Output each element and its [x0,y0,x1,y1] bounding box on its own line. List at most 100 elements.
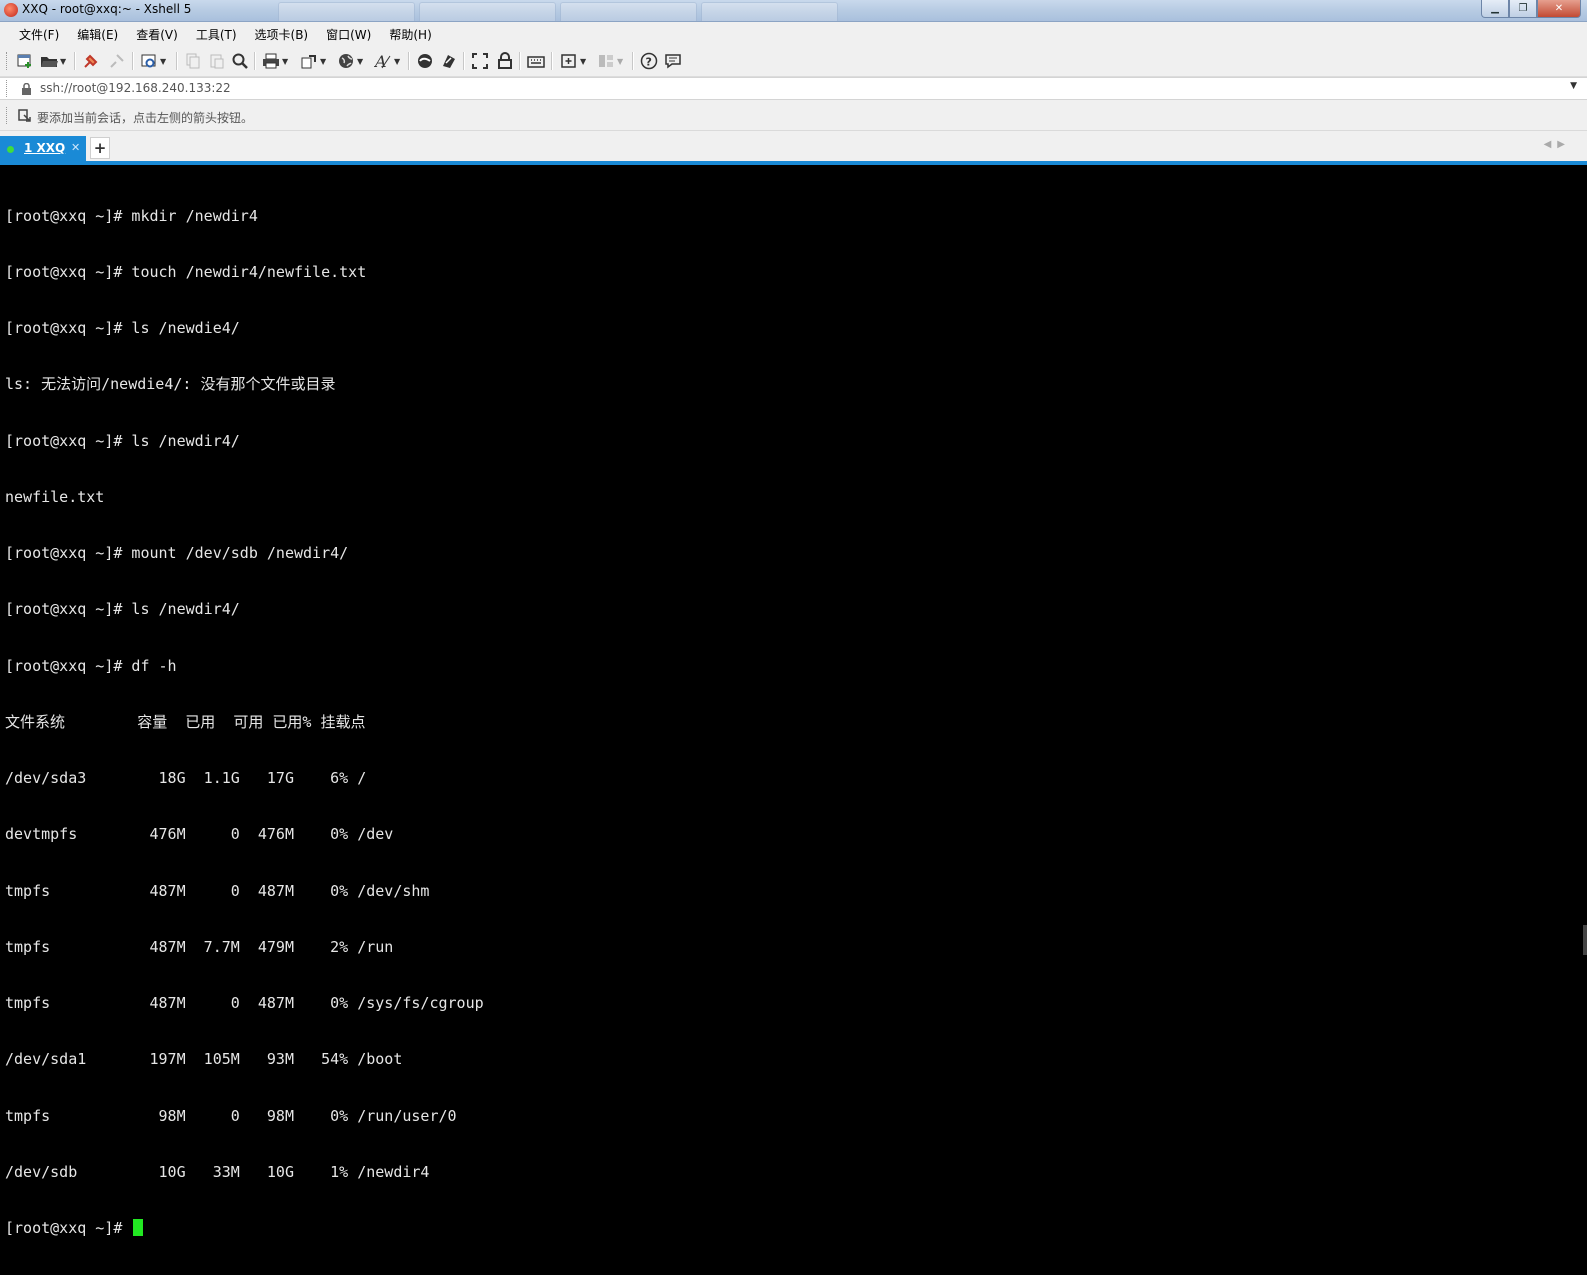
svg-text:A: A [374,52,387,70]
connect-button[interactable] [82,51,100,71]
xftp-button[interactable] [416,51,434,71]
session-hint-bar: 要添加当前会话，点击左侧的箭头按钮。 [0,100,1587,131]
font-icon: A [374,52,391,70]
menu-file[interactable]: 文件(F) [10,26,68,43]
menu-view[interactable]: 查看(V) [127,26,187,43]
lock-icon [22,83,31,95]
minimize-button[interactable]: ▁ [1481,0,1509,18]
menu-help[interactable]: 帮助(H) [380,26,440,43]
new-tab-icon [561,54,576,68]
help-button[interactable]: ? [640,51,658,71]
transfer-button[interactable]: ▼ [300,51,326,71]
tab-close-icon[interactable]: ✕ [71,141,80,154]
address-bar: ssh://root@192.168.240.133:22 ▼ [0,77,1587,100]
copy-icon [186,53,200,69]
terminal-line: [root@xxq ~]# ls /newdir4/ [5,431,240,450]
terminal-line: /dev/sda1 197M 105M 93M 54% /boot [5,1050,403,1069]
find-button[interactable] [231,51,249,71]
terminal-line: /dev/sda3 18G 1.1G 17G 6% / [5,769,367,787]
terminal-line: [root@xxq ~]# ls /newdie4/ [5,319,240,337]
copy-button[interactable] [184,51,202,71]
globe-button[interactable]: ▼ [337,51,363,71]
terminal-line: newfile.txt [5,487,105,506]
add-tab-button[interactable]: + [90,137,110,159]
fullscreen-button[interactable] [471,51,489,71]
window-title: XXQ - root@xxq:~ - Xshell 5 [22,2,192,16]
hint-text: 要添加当前会话，点击左侧的箭头按钮。 [37,111,254,125]
open-folder-icon [41,57,58,67]
terminal-line: devtmpfs 476M 0 476M 0% /dev [5,825,394,844]
menu-window[interactable]: 窗口(W) [317,26,380,43]
terminal-line: ls: 无法访问/newdie4/: 没有那个文件或目录 [5,375,336,394]
properties-icon [141,54,156,68]
terminal-line: tmpfs 487M 7.7M 479M 2% /run [5,937,394,956]
terminal-line: [root@xxq ~]# mkdir /newdir4 [5,206,258,225]
paste-button[interactable] [208,51,226,71]
open-button[interactable]: ▼ [40,51,66,71]
lock-icon [498,52,512,69]
new-session-icon [17,54,31,68]
toolbar-grip [6,52,10,70]
terminal-output: [root@xxq ~]# mkdir /newdir4 [root@xxq ~… [5,169,484,1275]
terminal-line: tmpfs 487M 0 487M 0% /sys/fs/cgroup [5,994,484,1012]
address-dropdown-icon[interactable]: ▼ [1570,81,1577,91]
tab-session-xxq[interactable]: 1 XXQ ✕ [0,136,86,161]
address-grip [6,80,10,97]
terminal-line: [root@xxq ~]# df -h [5,656,177,675]
background-taskbar-tabs [278,2,838,21]
terminal-line: [root@xxq ~]# mount /dev/sdb /newdir4/ [5,544,349,562]
keyboard-icon [527,56,545,68]
connection-status-icon [7,146,14,153]
properties-button[interactable]: ▼ [140,51,166,71]
fullscreen-icon [472,53,488,69]
layout-button[interactable]: ▼ [597,51,623,71]
chat-button[interactable] [664,51,682,71]
find-icon [232,53,248,69]
font-button[interactable]: A ▼ [374,51,400,71]
hint-grip [6,107,10,124]
lock-button[interactable] [496,51,514,71]
help-icon: ? [640,52,658,70]
connect-icon [84,54,98,68]
menu-bar: 文件(F) 编辑(E) 查看(V) 工具(T) 选项卡(B) 窗口(W) 帮助(… [0,22,1587,46]
menu-tools[interactable]: 工具(T) [187,26,246,43]
terminal-cursor [133,1219,144,1236]
tab-scroll-arrows[interactable]: ◀▶ [1544,139,1571,150]
tab-label: 1 XXQ [24,141,66,155]
disconnect-icon [110,54,124,68]
xmanager-icon [443,55,455,68]
terminal-area[interactable]: [root@xxq ~]# mkdir /newdir4 [root@xxq ~… [0,165,1587,1237]
new-session-button[interactable] [16,51,34,71]
menu-tabs[interactable]: 选项卡(B) [246,26,318,43]
terminal-prompt: [root@xxq ~]# [5,1219,132,1237]
tab-bar: 1 XXQ ✕ + ◀▶ [0,131,1587,161]
terminal-line: tmpfs 98M 0 98M 0% /run/user/0 [5,1106,457,1125]
paste-icon [210,54,224,69]
xmanager-button[interactable] [440,51,458,71]
transfer-icon [301,55,316,69]
xshell-logo-icon [4,3,18,17]
title-bar: XXQ - root@xxq:~ - Xshell 5 ▁ ❐ ✕ [0,0,1587,22]
print-icon [263,53,279,69]
new-tab-button[interactable]: ▼ [560,51,586,71]
layout-icon [599,55,613,67]
menu-edit[interactable]: 编辑(E) [68,26,127,43]
svg-text:?: ? [646,56,652,69]
close-button[interactable]: ✕ [1537,0,1581,18]
toolbar: ▼ ▼ ▼ ▼ ▼ A ▼ ▼ ▼ ? [0,46,1587,77]
terminal-scrollbar[interactable] [1583,925,1587,955]
xftp-icon [418,54,432,68]
terminal-line: tmpfs 487M 0 487M 0% /dev/shm [5,881,430,900]
globe-icon [339,54,353,68]
terminal-prompt-line[interactable]: [root@xxq ~]# [5,1219,484,1238]
chat-icon [665,54,681,69]
terminal-line: /dev/sdb 10G 33M 10G 1% /newdir4 [5,1162,430,1181]
disconnect-button[interactable] [108,51,126,71]
add-session-arrow-icon[interactable] [18,109,32,123]
address-input[interactable]: ssh://root@192.168.240.133:22 [40,81,231,95]
restore-button[interactable]: ❐ [1509,0,1537,18]
terminal-line: 文件系统 容量 已用 可用 已用% 挂载点 [5,712,366,731]
keyboard-button[interactable] [527,51,545,71]
window-controls: ▁ ❐ ✕ [1481,0,1581,18]
print-button[interactable]: ▼ [262,51,288,71]
